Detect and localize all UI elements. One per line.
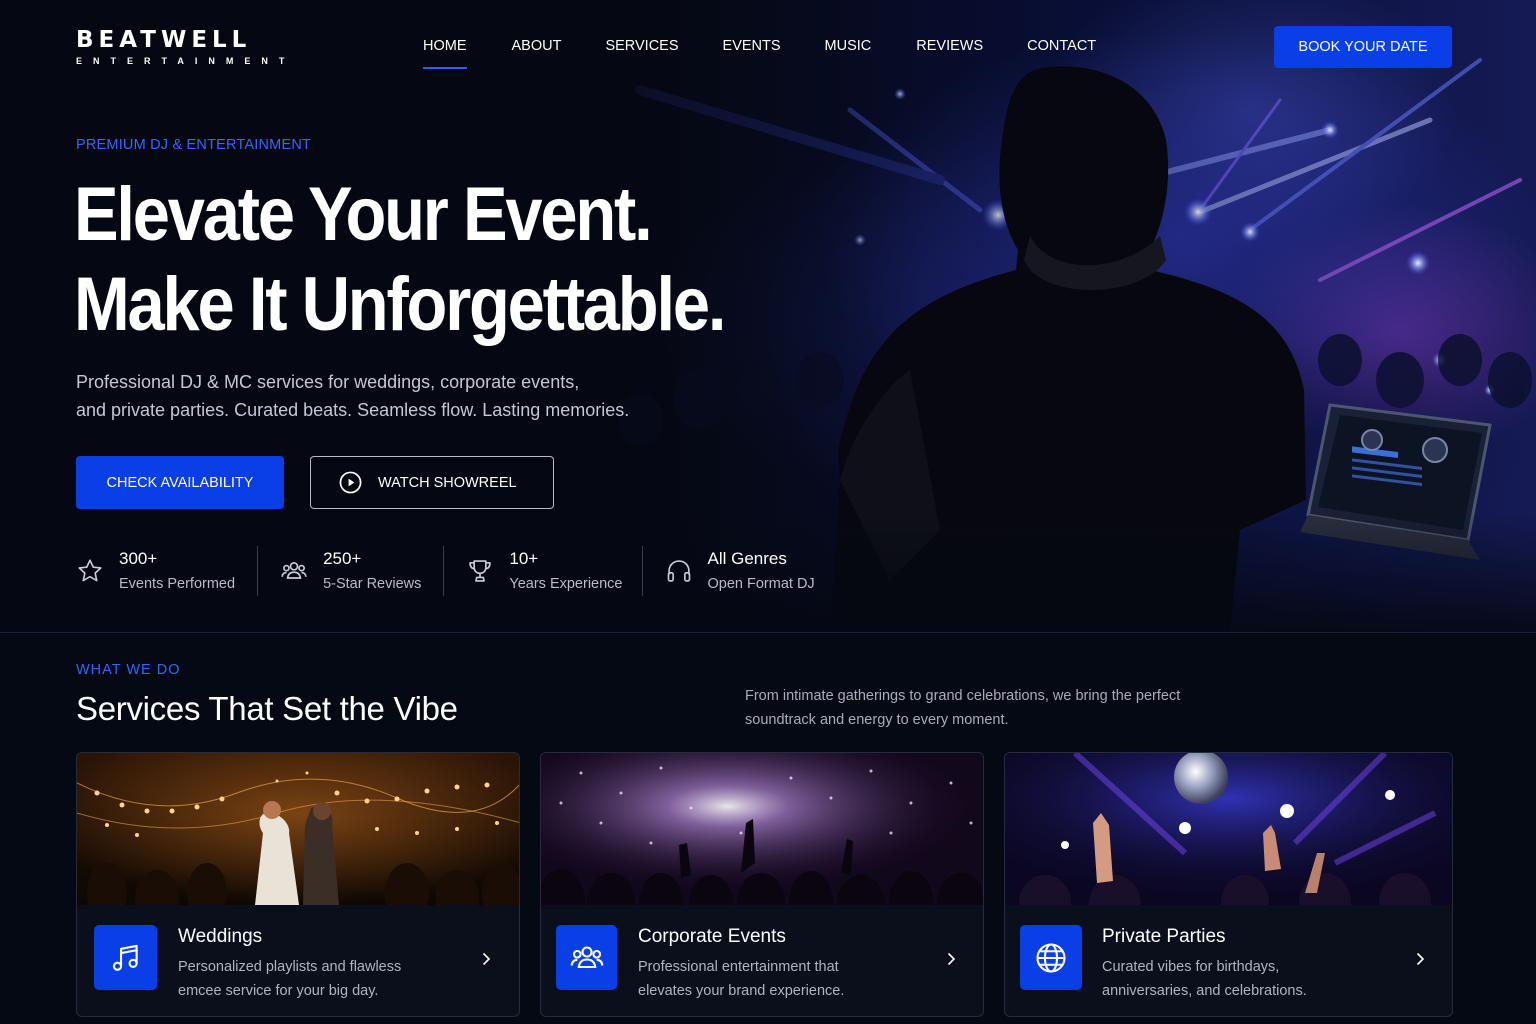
hero-subtitle: Professional DJ & MC services for weddin… [76, 368, 656, 424]
hero-headline-line-2: Make It Unforgettable. [74, 262, 726, 347]
services-description-line-1: From intimate gatherings to grand celebr… [745, 688, 1181, 704]
nav-reviews-link[interactable]: REVIEWS [916, 36, 983, 70]
hero-subtitle-line-1: Professional DJ & MC services for weddin… [76, 372, 580, 392]
services-description-line-2: soundtrack and energy to every moment. [745, 712, 1009, 728]
weddings-image [77, 753, 519, 905]
stat-genres: All Genres Open Format DJ [665, 546, 815, 596]
brand-tagline: ENTERTAINMENT [76, 56, 296, 66]
stat-experience: 10+ Years Experience [466, 546, 623, 596]
stat-genres-value: All Genres [707, 548, 787, 568]
globe-icon [1020, 925, 1082, 990]
stats-bar: 300+ Events Performed 250+ 5-Star Review… [76, 546, 815, 596]
private-parties-image [1005, 753, 1452, 905]
nav-home-link[interactable]: HOME [423, 36, 467, 70]
private-parties-description-line-2: anniversaries, and celebrations. [1102, 983, 1307, 999]
corporate-events-description: Professional entertainment that elevates… [638, 955, 898, 1003]
headphones-icon [665, 557, 693, 585]
hero-eyebrow: PREMIUM DJ & ENTERTAINMENT [76, 137, 312, 153]
chevron-right-icon[interactable] [944, 952, 958, 966]
services-eyebrow: WHAT WE DO [76, 662, 181, 678]
weddings-title: Weddings [178, 926, 263, 947]
stat-reviews-value: 250+ [323, 548, 362, 568]
stat-events-label: Events Performed [119, 575, 236, 592]
stat-events-value: 300+ [119, 548, 158, 568]
stat-experience-value: 10+ [509, 548, 539, 568]
stat-genres-label: Open Format DJ [707, 575, 815, 592]
weddings-description: Personalized playlists and flawless emce… [178, 955, 438, 1003]
corporate-events-title: Corporate Events [638, 926, 786, 947]
stat-events: 300+ Events Performed [76, 546, 235, 596]
weddings-description-line-2: emcee service for your big day. [178, 983, 379, 999]
corporate-events-description-line-2: elevates your brand experience. [638, 983, 845, 999]
service-card-private-parties[interactable]: Private Parties Curated vibes for birthd… [1004, 752, 1453, 1017]
chevron-right-icon[interactable] [1413, 952, 1427, 966]
trophy-icon [466, 557, 494, 585]
music-note-icon [94, 925, 157, 990]
book-your-date-button[interactable]: BOOK YOUR DATE [1274, 26, 1452, 68]
hero-subtitle-line-2: and private parties. Curated beats. Seam… [76, 400, 630, 420]
corporate-events-description-line-1: Professional entertainment that [638, 959, 839, 975]
main-menu: HOME ABOUT SERVICES EVENTS MUSIC REVIEWS… [423, 36, 1096, 70]
play-icon [339, 471, 362, 494]
watch-showreel-label: WATCH SHOWREEL [378, 474, 517, 491]
hero-headline-line-1: Elevate Your Event. [74, 172, 653, 257]
star-icon [76, 557, 104, 585]
nav-events-link[interactable]: EVENTS [723, 36, 781, 70]
services-description: From intimate gatherings to grand celebr… [745, 684, 1215, 732]
brand-logo[interactable]: BEATWELL ENTERTAINMENT [76, 28, 295, 66]
private-parties-description: Curated vibes for birthdays, anniversari… [1102, 955, 1362, 1003]
watch-showreel-button[interactable]: WATCH SHOWREEL [310, 456, 554, 509]
stat-experience-label: Years Experience [509, 575, 623, 592]
users-icon [280, 557, 308, 585]
weddings-description-line-1: Personalized playlists and flawless [178, 959, 402, 975]
check-availability-button[interactable]: CHECK AVAILABILITY [76, 456, 284, 509]
private-parties-title: Private Parties [1102, 926, 1226, 947]
service-card-corporate-events[interactable]: Corporate Events Professional entertainm… [540, 752, 984, 1017]
nav-music-link[interactable]: MUSIC [825, 36, 872, 70]
corporate-events-image [541, 753, 983, 905]
services-title: Services That Set the Vibe [76, 690, 458, 727]
service-card-weddings[interactable]: Weddings Personalized playlists and flaw… [76, 752, 520, 1017]
stat-reviews: 250+ 5-Star Reviews [280, 546, 421, 596]
hero-headline: Elevate Your Event. Make It Unforgettabl… [74, 170, 726, 350]
users-icon [556, 925, 617, 990]
brand-name: BEATWELL [76, 27, 252, 53]
nav-about-link[interactable]: ABOUT [512, 36, 562, 70]
top-navigation: BEATWELL ENTERTAINMENT HOME ABOUT SERVIC… [0, 0, 1536, 92]
chevron-right-icon[interactable] [479, 952, 493, 966]
private-parties-description-line-1: Curated vibes for birthdays, [1102, 959, 1280, 975]
nav-services-link[interactable]: SERVICES [605, 36, 678, 70]
nav-contact-link[interactable]: CONTACT [1027, 36, 1096, 70]
stat-reviews-label: 5-Star Reviews [323, 575, 422, 592]
